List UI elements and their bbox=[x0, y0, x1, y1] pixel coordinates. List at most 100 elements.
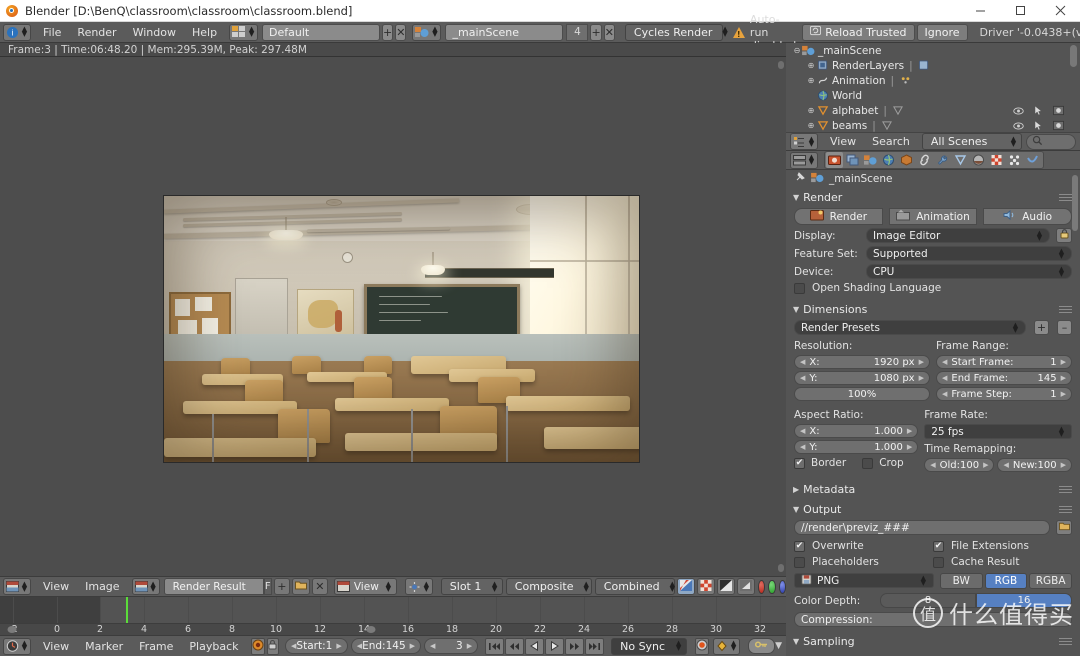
tab-particles[interactable] bbox=[1006, 152, 1023, 168]
camera-render-icon[interactable] bbox=[1053, 105, 1064, 116]
add-screen-button[interactable]: + bbox=[382, 23, 394, 41]
image-datablock-selector[interactable]: ▲ ▼ bbox=[131, 578, 160, 595]
resolution-percent-field[interactable]: 100% bbox=[794, 387, 930, 401]
delete-screen-button[interactable]: ✕ bbox=[395, 23, 407, 41]
outliner-menu-view[interactable]: View bbox=[822, 131, 864, 152]
outliner-row-beams[interactable]: ⊕ beams | bbox=[786, 118, 1080, 132]
remap-old-field[interactable]: ◀ Old: 100 ▶ bbox=[924, 458, 995, 472]
editor-type-selector-timeline[interactable]: ▲ ▼ bbox=[3, 637, 31, 655]
properties-editor[interactable]: ▲ ▼ _mainScene ▼ Render Render Animation… bbox=[786, 151, 1080, 656]
remove-preset-button[interactable]: – bbox=[1057, 320, 1072, 335]
device-dropdown[interactable]: CPU ▲ ▼ bbox=[866, 264, 1072, 279]
timeline-scroll-handle-left[interactable] bbox=[7, 626, 17, 633]
panel-header-render[interactable]: ▼ Render bbox=[786, 189, 1080, 205]
outliner-row-alphabet[interactable]: ⊕ alphabet | bbox=[786, 103, 1080, 118]
jump-to-prev-keyframe-button[interactable] bbox=[505, 637, 525, 655]
outliner-row-world[interactable]: World bbox=[786, 88, 1080, 103]
osl-checkbox[interactable] bbox=[794, 282, 805, 294]
image-menu-image[interactable]: Image bbox=[77, 576, 127, 597]
timeline-strip[interactable]: -2 0 2 4 6 8 10 12 14 16 18 20 22 24 26 … bbox=[0, 597, 786, 635]
green-channel-swatch[interactable] bbox=[768, 579, 776, 594]
increment-arrow-icon[interactable]: ▶ bbox=[1061, 358, 1066, 366]
increment-arrow-icon[interactable]: ▶ bbox=[1061, 461, 1066, 469]
resolution-y-field[interactable]: ◀ Y: 1080 px ▶ bbox=[794, 371, 930, 385]
zdepth-button[interactable] bbox=[716, 578, 735, 595]
render-slot-dropdown[interactable]: Slot 1 ▲ ▼ bbox=[440, 578, 503, 595]
decrement-arrow-icon[interactable]: ◀ bbox=[1003, 461, 1008, 469]
decrement-arrow-icon[interactable]: ◀ bbox=[930, 461, 935, 469]
tab-physics[interactable] bbox=[1024, 152, 1041, 168]
file-extensions-toggle[interactable]: File Extensions bbox=[933, 540, 1072, 552]
tab-render-layers[interactable] bbox=[844, 152, 861, 168]
keying-set-dropdown-arrow[interactable]: ▼ bbox=[775, 641, 782, 651]
outliner-scrollbar[interactable] bbox=[1070, 45, 1077, 67]
aspect-y-field[interactable]: ◀ Y: 1.000 ▶ bbox=[794, 440, 919, 454]
color-mode-bw[interactable]: BW bbox=[939, 573, 983, 589]
decrement-arrow-icon[interactable]: ◀ bbox=[800, 443, 805, 451]
pivot-selector[interactable]: ▲ ▼ bbox=[404, 578, 433, 595]
remap-new-field[interactable]: ◀ New: 100 ▶ bbox=[997, 458, 1072, 472]
open-image-button[interactable] bbox=[291, 578, 310, 595]
color-depth-16[interactable]: 16 bbox=[976, 593, 1072, 608]
cursor-arrow-icon[interactable] bbox=[1033, 120, 1044, 131]
menu-render[interactable]: Render bbox=[69, 22, 124, 43]
decrement-arrow-icon[interactable]: ◀ bbox=[800, 427, 805, 435]
timeline-menu-frame[interactable]: Frame bbox=[131, 636, 181, 656]
decrement-arrow-icon[interactable]: ◀ bbox=[800, 358, 805, 366]
current-frame-input[interactable]: ◀ 3 ▶ bbox=[424, 638, 479, 654]
action-icon[interactable] bbox=[899, 75, 912, 87]
render-image-button[interactable]: Render bbox=[794, 208, 883, 225]
tab-scene[interactable] bbox=[862, 152, 879, 168]
overwrite-checkbox[interactable] bbox=[794, 540, 805, 552]
sync-mode-dropdown[interactable]: No Sync ▲ ▼ bbox=[611, 637, 688, 655]
render-audio-button[interactable]: Audio bbox=[983, 208, 1073, 225]
render-engine-selector[interactable]: Cycles Render ▲ ▼ bbox=[624, 23, 728, 41]
editor-type-selector-outliner[interactable]: ▲ ▼ bbox=[790, 133, 818, 150]
eye-icon[interactable] bbox=[1013, 120, 1024, 131]
frame-rate-dropdown[interactable]: 25 fps ▲ ▼ bbox=[924, 424, 1072, 439]
decrement-arrow-icon[interactable]: ◀ bbox=[942, 390, 947, 398]
pin-icon[interactable] bbox=[794, 171, 806, 186]
crop-checkbox[interactable] bbox=[862, 457, 874, 469]
timeline-scroll-handle-right[interactable] bbox=[366, 626, 376, 633]
decrement-arrow-icon[interactable]: ◀ bbox=[942, 358, 947, 366]
color-manage-button[interactable] bbox=[676, 578, 695, 595]
ignore-button[interactable]: Ignore bbox=[916, 23, 968, 41]
osl-row[interactable]: Open Shading Language bbox=[786, 282, 1080, 294]
display-lock-button[interactable] bbox=[1056, 228, 1072, 243]
outliner-row-mainscene[interactable]: ⊖ _mainScene bbox=[786, 43, 1080, 58]
increment-arrow-icon[interactable]: ▶ bbox=[907, 427, 912, 435]
outliner-search-input[interactable] bbox=[1025, 133, 1076, 150]
placeholders-checkbox[interactable] bbox=[794, 556, 805, 568]
render-presets-dropdown[interactable]: Render Presets ▲ ▼ bbox=[794, 320, 1026, 335]
unlink-image-button[interactable]: ✕ bbox=[311, 578, 328, 595]
image-name-field[interactable]: Render Result bbox=[163, 578, 264, 595]
panel-header-sampling[interactable]: ▼ Sampling bbox=[786, 633, 1080, 649]
tab-object[interactable] bbox=[898, 152, 915, 168]
alpha-button[interactable] bbox=[736, 578, 755, 595]
timeline-menu-playback[interactable]: Playback bbox=[181, 636, 246, 656]
red-channel-swatch[interactable] bbox=[757, 579, 766, 594]
end-frame-input[interactable]: ◀ End: 145 ▶ bbox=[350, 638, 422, 654]
image-editor-canvas[interactable] bbox=[0, 57, 786, 576]
increment-arrow-icon[interactable]: ▶ bbox=[919, 374, 924, 382]
increment-arrow-icon[interactable]: ▶ bbox=[1061, 374, 1066, 382]
timeline-menu-view[interactable]: View bbox=[35, 636, 77, 656]
auto-keyframe-button[interactable] bbox=[250, 637, 265, 655]
image-view-selector[interactable]: View ▲ ▼ bbox=[333, 578, 397, 595]
outliner-display-mode[interactable]: All Scenes ▲ ▼ bbox=[921, 133, 1022, 150]
timeline-ruler[interactable]: -2 0 2 4 6 8 10 12 14 16 18 20 22 24 26 … bbox=[0, 623, 786, 635]
cursor-arrow-icon[interactable] bbox=[1033, 105, 1044, 116]
increment-arrow-icon[interactable]: ▶ bbox=[1061, 390, 1066, 398]
expand-icon[interactable]: ⊕ bbox=[806, 106, 816, 115]
render-layer-dropdown[interactable]: Composite ▲ ▼ bbox=[505, 578, 592, 595]
expand-icon[interactable]: ⊕ bbox=[806, 121, 816, 130]
maximize-button[interactable] bbox=[1000, 0, 1040, 21]
file-extensions-checkbox[interactable] bbox=[933, 540, 944, 552]
properties-scrollbar[interactable] bbox=[1072, 175, 1078, 231]
file-format-dropdown[interactable]: PNG ▲ ▼ bbox=[794, 573, 934, 588]
color-mode-rgba[interactable]: RGBA bbox=[1029, 573, 1073, 589]
decrement-arrow-icon[interactable]: ◀ bbox=[430, 642, 435, 650]
keyframe-type-selector[interactable]: ▲ ▼ bbox=[713, 637, 741, 655]
panel-header-metadata[interactable]: ▶ Metadata bbox=[786, 481, 1080, 497]
